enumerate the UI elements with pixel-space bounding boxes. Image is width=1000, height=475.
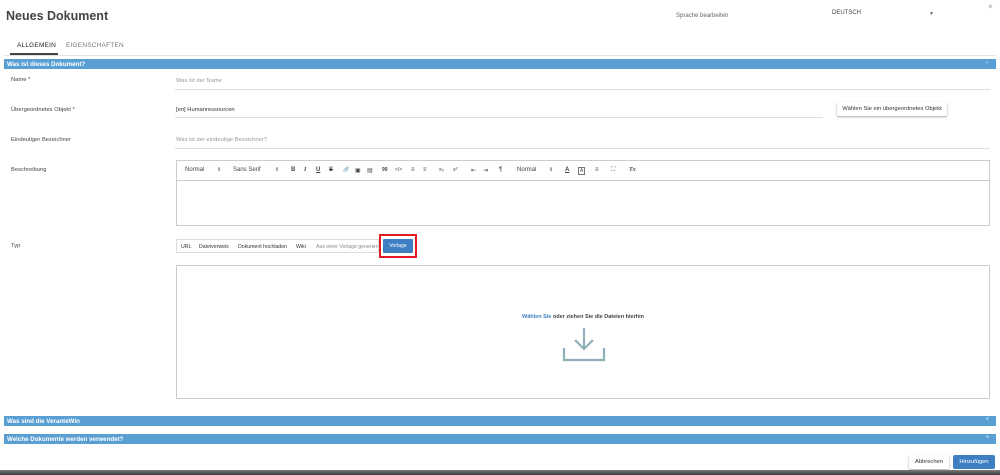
identifier-underline bbox=[175, 148, 990, 149]
close-icon[interactable]: × bbox=[988, 2, 993, 11]
type-url-button[interactable]: URL bbox=[181, 244, 191, 250]
type-generate-button[interactable]: Aus einer Vorlage generieren bbox=[316, 244, 378, 250]
type-label: Typ bbox=[11, 243, 21, 249]
heading-select-caret-icon: ⇕ bbox=[217, 167, 222, 173]
tabs-divider bbox=[4, 55, 996, 56]
size-select[interactable]: Normal bbox=[517, 167, 536, 173]
fullscreen-icon[interactable]: ⛶ bbox=[611, 167, 615, 174]
identifier-input[interactable]: Was ist der eindeutige Bezeichner? bbox=[176, 137, 267, 143]
italic-icon[interactable]: I bbox=[304, 167, 306, 173]
text-color-icon[interactable]: A bbox=[565, 167, 569, 173]
section-title: Was sind die VeranteWin bbox=[7, 417, 80, 425]
parent-object-label: Übergeordnetes Objekt * bbox=[11, 107, 75, 113]
section-header-documents[interactable]: Welche Dokumente werden verwendet? + bbox=[4, 434, 996, 444]
name-input[interactable]: Was ist der Name bbox=[176, 78, 222, 84]
download-icon bbox=[562, 328, 606, 362]
section-header-what[interactable]: Was ist dieses Dokument? − bbox=[4, 59, 996, 69]
collapse-icon[interactable]: − bbox=[985, 60, 989, 66]
language-select-value: DEUTSCH bbox=[832, 10, 862, 16]
superscript-icon[interactable]: x² bbox=[453, 167, 458, 173]
expand-icon[interactable]: + bbox=[985, 435, 989, 441]
parent-object-underline bbox=[175, 117, 823, 118]
window-bottom-edge bbox=[0, 470, 1000, 475]
section-title: Welche Dokumente werden verwendet? bbox=[7, 435, 124, 443]
indent-icon[interactable]: ⇥ bbox=[483, 167, 488, 174]
font-select[interactable]: Sans Serif bbox=[233, 167, 261, 173]
expand-icon[interactable]: + bbox=[985, 417, 989, 423]
font-select-caret-icon: ⇕ bbox=[275, 167, 280, 173]
section-header-responsible[interactable]: Was sind die VeranteWin + bbox=[4, 416, 996, 426]
section-title: Was ist dieses Dokument? bbox=[7, 60, 86, 68]
add-button[interactable]: Hinzufügen bbox=[953, 455, 995, 469]
name-input-underline bbox=[175, 89, 990, 90]
parent-object-input[interactable]: [en] Humanressourcen bbox=[176, 107, 235, 113]
dropzone-text: Wählen Sie oder ziehen Sie die Dateien h… bbox=[177, 314, 989, 320]
strike-icon[interactable]: S bbox=[329, 167, 333, 173]
bold-icon[interactable]: B bbox=[291, 167, 295, 173]
file-dropzone[interactable]: Wählen Sie oder ziehen Sie die Dateien h… bbox=[176, 265, 990, 399]
outdent-icon[interactable]: ⇤ bbox=[471, 167, 476, 174]
language-select[interactable]: DEUTSCH ▼ bbox=[832, 10, 938, 22]
bullet-list-icon[interactable]: ≡ bbox=[423, 167, 427, 173]
name-label: Name * bbox=[11, 77, 31, 83]
chevron-down-icon: ▼ bbox=[929, 11, 934, 17]
dropzone-hint: oder ziehen Sie die Dateien hierhin bbox=[551, 314, 644, 320]
size-select-caret-icon: ⇕ bbox=[549, 167, 554, 173]
video-icon[interactable]: ▤ bbox=[367, 167, 373, 174]
description-editor[interactable]: Normal ⇕ Sans Serif ⇕ B I U S 🔗 ▣ ▤ 99 <… bbox=[176, 160, 990, 226]
ordered-list-icon[interactable]: ≡ bbox=[411, 167, 415, 173]
subscript-icon[interactable]: x₂ bbox=[439, 167, 444, 173]
clear-format-icon[interactable]: Tx bbox=[629, 167, 636, 173]
type-upload-button[interactable]: Dokument hochladen bbox=[238, 244, 287, 250]
type-file-reference-button[interactable]: Dateiverweis bbox=[199, 244, 229, 250]
tab-general[interactable]: ALLGEMEIN bbox=[17, 42, 56, 49]
type-wiki-button[interactable]: Wiki bbox=[296, 244, 306, 250]
text-direction-icon[interactable]: ¶ bbox=[499, 167, 502, 173]
background-color-icon[interactable]: A bbox=[578, 167, 586, 175]
cancel-button[interactable]: Abbrechen bbox=[909, 455, 949, 469]
identifier-label: Eindeutiger Bezeichner bbox=[11, 137, 71, 143]
align-icon[interactable]: ≡ bbox=[595, 167, 599, 173]
highlight-box bbox=[379, 234, 417, 258]
image-icon[interactable]: ▣ bbox=[355, 167, 361, 174]
heading-select[interactable]: Normal bbox=[185, 167, 204, 173]
underline-icon[interactable]: U bbox=[316, 167, 320, 173]
choose-parent-button[interactable]: Wählen Sie ein übergeordnetes Objekt bbox=[837, 102, 947, 116]
description-label: Beschreibung bbox=[11, 167, 47, 173]
type-button-group: URL Dateiverweis Dokument hochladen Wiki… bbox=[176, 239, 379, 253]
quote-icon[interactable]: 99 bbox=[382, 167, 388, 173]
link-icon[interactable]: 🔗 bbox=[343, 167, 349, 173]
editor-toolbar: Normal ⇕ Sans Serif ⇕ B I U S 🔗 ▣ ▤ 99 <… bbox=[177, 161, 989, 181]
page-title: Neues Dokument bbox=[6, 9, 109, 23]
code-icon[interactable]: </> bbox=[395, 167, 402, 173]
language-label: Sprache bearbeiten bbox=[676, 13, 729, 19]
tab-properties[interactable]: EIGENSCHAFTEN bbox=[66, 42, 124, 49]
choose-files-link[interactable]: Wählen Sie bbox=[522, 314, 551, 320]
